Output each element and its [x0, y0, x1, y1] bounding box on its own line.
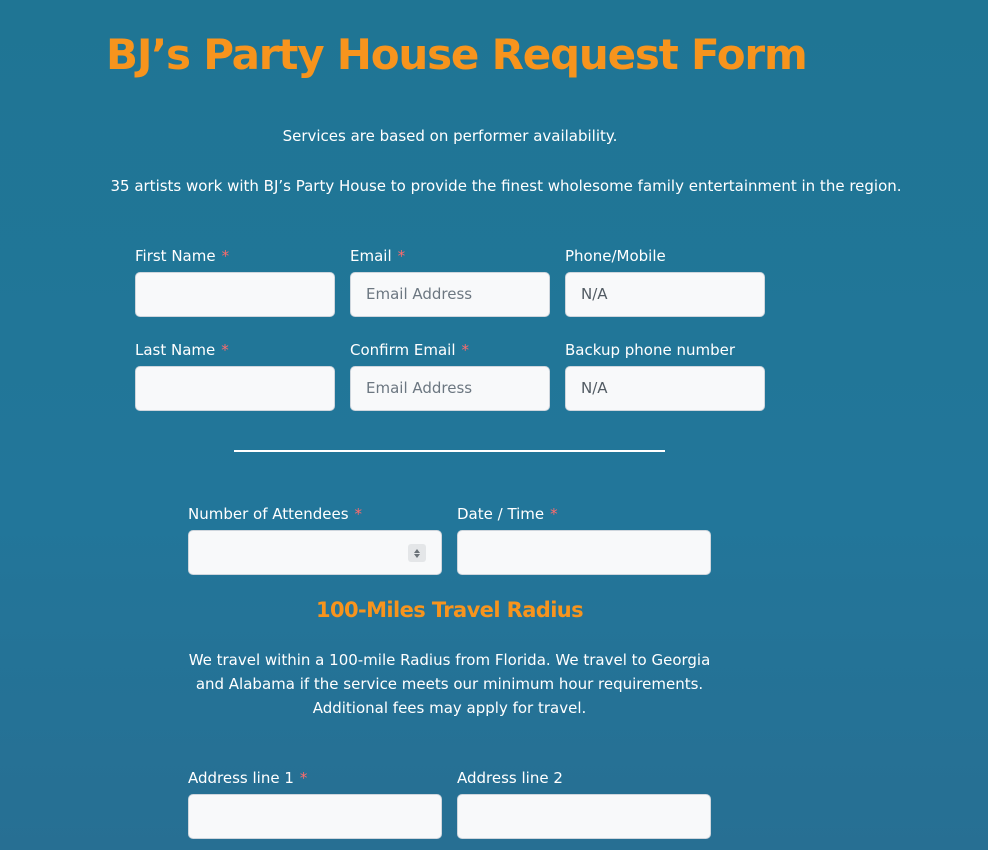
- page-title: BJ’s Party House Request Form: [106, 30, 808, 79]
- required-marker: *: [550, 505, 558, 523]
- first-name-field: First Name *: [135, 246, 335, 317]
- required-marker: *: [461, 341, 470, 359]
- confirm-email-field: Confirm Email * Email Address: [350, 340, 550, 411]
- backup-phone-field: Backup phone number N/A: [565, 340, 765, 411]
- address-line1-label: Address line 1 *: [188, 769, 308, 787]
- last-name-label: Last Name *: [135, 341, 229, 359]
- attendees-label: Number of Attendees *: [188, 505, 363, 523]
- address-line2-input[interactable]: [457, 794, 711, 839]
- artists-note: 35 artists work with BJ’s Party House to…: [110, 177, 902, 195]
- address-line1-input[interactable]: [188, 794, 442, 839]
- first-name-label: First Name *: [135, 247, 230, 265]
- phone-input[interactable]: N/A: [565, 272, 765, 317]
- email-label: Email *: [350, 247, 406, 265]
- email-field: Email * Email Address: [350, 246, 550, 317]
- attendees-input[interactable]: [188, 530, 442, 575]
- required-marker: *: [354, 505, 363, 523]
- email-input[interactable]: Email Address: [350, 272, 550, 317]
- confirm-email-label: Confirm Email *: [350, 341, 470, 359]
- backup-phone-label: Backup phone number: [565, 341, 736, 359]
- phone-field: Phone/Mobile N/A: [565, 246, 765, 317]
- required-marker: *: [221, 247, 230, 265]
- date-time-label: Date / Time *: [457, 505, 558, 523]
- last-name-field: Last Name *: [135, 340, 335, 411]
- travel-description: We travel within a 100-mile Radius from …: [188, 651, 711, 717]
- number-spinner-icon[interactable]: [408, 544, 426, 562]
- section-divider: [234, 450, 665, 452]
- confirm-email-input[interactable]: Email Address: [350, 366, 550, 411]
- backup-phone-input[interactable]: N/A: [565, 366, 765, 411]
- last-name-input[interactable]: [135, 366, 335, 411]
- attendees-field: Number of Attendees *: [188, 504, 442, 575]
- availability-note: Services are based on performer availabi…: [282, 127, 618, 145]
- required-marker: *: [221, 341, 229, 359]
- phone-label: Phone/Mobile: [565, 247, 666, 265]
- address-line2-field: Address line 2: [457, 768, 711, 839]
- address-line1-field: Address line 1 *: [188, 768, 442, 839]
- required-marker: *: [397, 247, 406, 265]
- address-line2-label: Address line 2: [457, 769, 563, 787]
- travel-radius-heading: 100-Miles Travel Radius: [315, 598, 584, 622]
- required-marker: *: [299, 769, 308, 787]
- date-time-input[interactable]: [457, 530, 711, 575]
- date-time-field: Date / Time *: [457, 504, 711, 575]
- first-name-input[interactable]: [135, 272, 335, 317]
